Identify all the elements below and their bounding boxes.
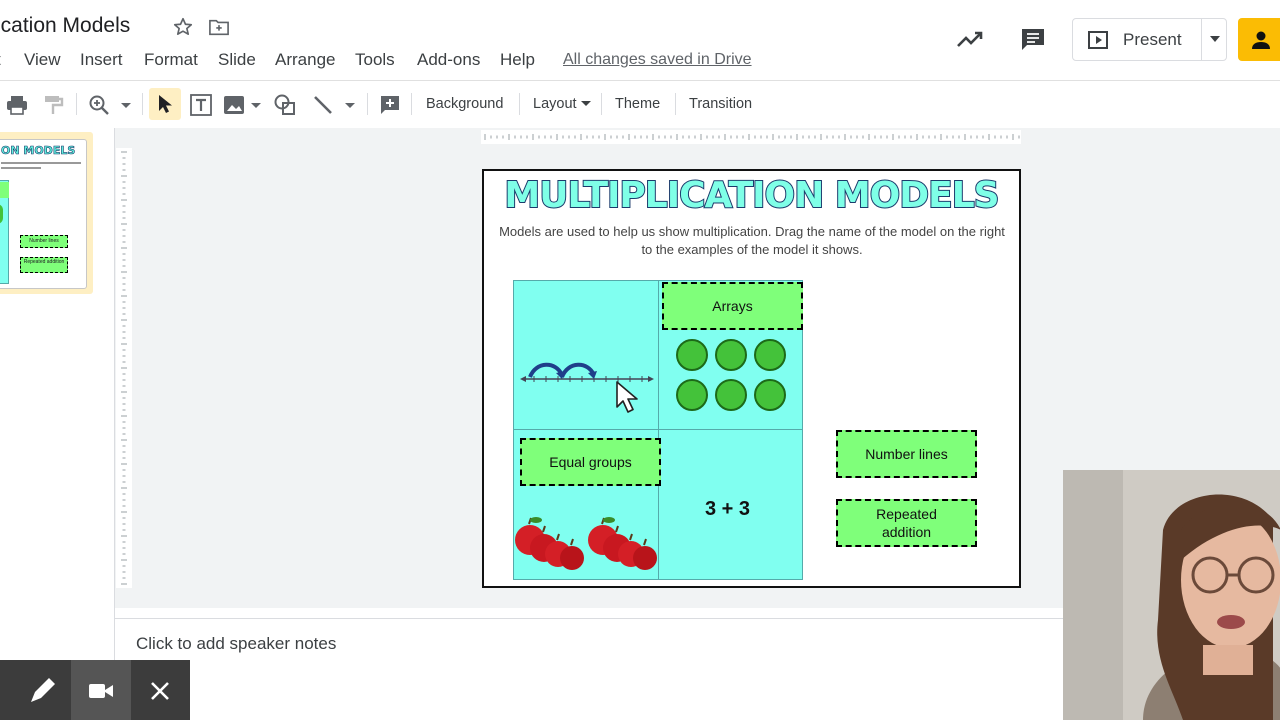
- paint-format-icon[interactable]: [42, 94, 64, 116]
- menu-slide[interactable]: Slide: [218, 50, 256, 70]
- header-divider: [0, 80, 1280, 81]
- person-add-icon: [1252, 31, 1270, 49]
- thumbnail-title: ON MODELS: [1, 144, 76, 158]
- thumbnail-text-line: [1, 167, 41, 169]
- menu-arrange[interactable]: Arrange: [275, 50, 335, 70]
- toolbar-separator: [142, 93, 143, 115]
- toolbar-separator: [601, 93, 602, 115]
- move-to-folder-icon[interactable]: [208, 17, 230, 37]
- repeated-addition-line2: addition: [881, 524, 932, 540]
- text-box-icon[interactable]: [189, 94, 213, 116]
- present-divider: [1201, 19, 1202, 60]
- cursor-arrow-icon: [159, 95, 172, 113]
- webcam-overlay: [1063, 470, 1280, 720]
- image-icon[interactable]: [223, 94, 245, 116]
- menu-edit[interactable]: t: [0, 50, 1, 70]
- equal-groups-label[interactable]: Equal groups: [520, 438, 661, 486]
- menu-view[interactable]: View: [24, 50, 61, 70]
- arrays-label[interactable]: Arrays: [662, 282, 803, 330]
- slide[interactable]: MULTIPLICATION MODELS Models are used to…: [482, 169, 1021, 588]
- repeated-addition-line1: Repeated: [876, 506, 937, 522]
- present-options-chevron-down-icon[interactable]: [1210, 36, 1220, 42]
- thumbnail-number-lines-label: Number lines: [20, 235, 68, 248]
- menu-addons[interactable]: Add-ons: [417, 50, 480, 70]
- horizontal-ruler[interactable]: [481, 130, 1021, 144]
- toolbar-separator: [411, 93, 412, 115]
- menu-tools[interactable]: Tools: [355, 50, 395, 70]
- close-icon[interactable]: [150, 681, 170, 701]
- present-label: Present: [1123, 30, 1182, 49]
- toolbar-separator: [675, 93, 676, 115]
- add-comment-icon[interactable]: [379, 94, 401, 116]
- zoom-icon[interactable]: [88, 94, 110, 116]
- slide-title[interactable]: MULTIPLICATION MODELS: [484, 174, 1019, 217]
- vertical-ruler[interactable]: [116, 148, 132, 588]
- array-dot: [676, 339, 708, 371]
- save-status-link[interactable]: All changes saved in Drive: [563, 51, 752, 69]
- thumbnail-arrays-label: [0, 182, 9, 198]
- notes-resize-handle[interactable]: [728, 611, 756, 623]
- present-icon: [1088, 31, 1108, 49]
- menu-format[interactable]: Format: [144, 50, 198, 70]
- mouse-cursor-icon: [616, 381, 638, 413]
- sum-expression: 3 + 3: [705, 498, 751, 520]
- repeated-addition-label[interactable]: Repeated addition: [836, 499, 977, 547]
- layout-chevron-down-icon[interactable]: [581, 100, 591, 108]
- document-title[interactable]: ication Models: [0, 14, 130, 38]
- toolbar-separator: [367, 93, 368, 115]
- ruler-ticks-vertical: [121, 151, 127, 585]
- array-dot: [715, 379, 747, 411]
- array-dot: [754, 379, 786, 411]
- ruler-ticks: [484, 134, 1020, 140]
- slide-thumbnail[interactable]: ON MODELS Number lines Repeated addition: [0, 139, 87, 289]
- repeated-addition-cell[interactable]: 3 + 3: [658, 429, 803, 580]
- menu-insert[interactable]: Insert: [80, 50, 123, 70]
- select-tool-button[interactable]: [149, 88, 181, 120]
- array-dot: [754, 339, 786, 371]
- shape-icon[interactable]: [274, 94, 296, 116]
- menu-help[interactable]: Help: [500, 50, 535, 70]
- star-icon[interactable]: [172, 16, 194, 38]
- background-button[interactable]: Background: [426, 96, 503, 112]
- array-dot: [715, 339, 747, 371]
- line-chevron-down-icon[interactable]: [344, 94, 356, 116]
- zoom-chevron-down-icon[interactable]: [120, 94, 132, 116]
- present-button[interactable]: Present: [1072, 18, 1227, 61]
- theme-button[interactable]: Theme: [615, 96, 660, 112]
- comment-icon[interactable]: [1019, 26, 1047, 52]
- toolbar-separator: [519, 93, 520, 115]
- video-camera-icon: [89, 684, 113, 698]
- thumbnail-text-line: [1, 162, 81, 164]
- speaker-notes-placeholder[interactable]: Click to add speaker notes: [136, 634, 336, 654]
- activity-dashboard-icon[interactable]: [956, 27, 984, 51]
- number-lines-label[interactable]: Number lines: [836, 430, 977, 478]
- transition-button[interactable]: Transition: [689, 96, 752, 112]
- thumbnail-repeated-addition-label: Repeated addition: [20, 257, 68, 273]
- print-icon[interactable]: [5, 94, 29, 116]
- array-dot: [676, 379, 708, 411]
- layout-button[interactable]: Layout: [533, 96, 577, 112]
- slide-instructions[interactable]: Models are used to help us show multipli…: [492, 223, 1012, 259]
- share-button[interactable]: [1238, 18, 1280, 61]
- line-icon[interactable]: [312, 94, 334, 116]
- apples-image[interactable]: [514, 510, 659, 576]
- pen-icon[interactable]: [27, 676, 55, 706]
- toolbar-separator: [76, 93, 77, 115]
- image-chevron-down-icon[interactable]: [250, 94, 262, 116]
- presenter-video-image: [1063, 470, 1280, 720]
